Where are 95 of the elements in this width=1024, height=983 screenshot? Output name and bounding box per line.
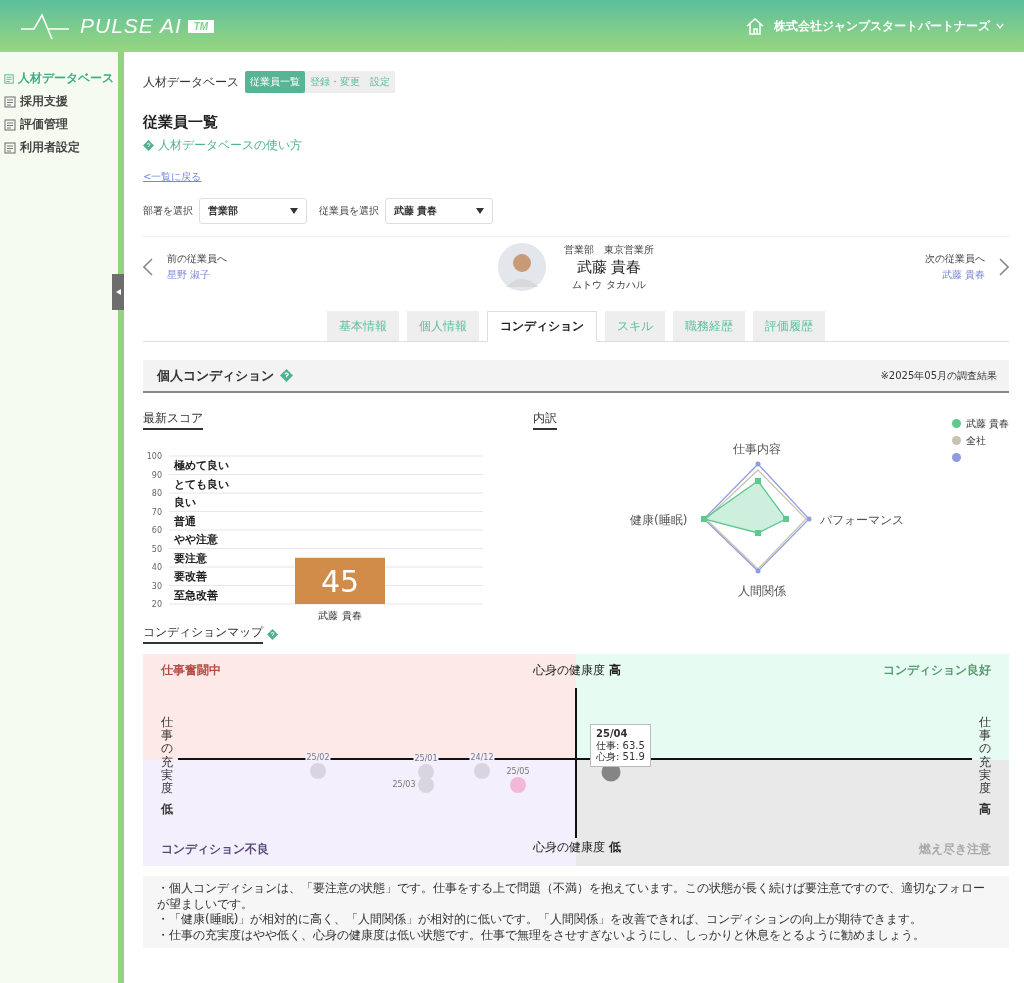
axis-tick: 100 [146, 452, 162, 461]
point-label: 25/01 [413, 754, 439, 763]
help-diamond-icon[interactable] [267, 629, 278, 640]
axis-label: 心身の健康度 高 [533, 662, 621, 679]
axis-label: 心身の健康度 低 [533, 839, 621, 856]
band-label: 普通 [174, 514, 196, 528]
pulse-logo-icon [20, 11, 70, 41]
quadrant-label: コンディション良好 [883, 662, 991, 679]
brand-name: PULSE AI [80, 14, 182, 38]
category-label: 武藤 貴春 [318, 610, 362, 621]
band-label: 良い [174, 496, 196, 510]
chart-heading: 最新スコア [143, 411, 203, 430]
chart-heading: 内訳 [533, 411, 557, 430]
tab[interactable]: スキル [605, 311, 665, 341]
axis-tick: 50 [151, 544, 162, 554]
quadrant-label: コンディション不良 [161, 841, 269, 858]
dropdown-icon [290, 208, 298, 214]
next-employee-link[interactable]: 武藤 貴春 [941, 268, 985, 282]
point-label: 25/02 [305, 753, 331, 762]
quadrant-label: 仕事奮闘中 [161, 662, 221, 679]
menu-icon [4, 95, 16, 108]
tab[interactable]: 基本情報 [327, 311, 399, 341]
help-link[interactable]: 人材データベースの使い方 [143, 138, 1009, 153]
sidebar-item[interactable]: 利用者設定 [0, 136, 118, 159]
dropdown-icon [476, 208, 484, 214]
chevron-down-icon [996, 23, 1004, 29]
back-link[interactable]: <一覧に戻る [143, 170, 202, 184]
bar-value: 45 [320, 563, 360, 599]
axis-level: 低 [161, 801, 173, 819]
caret-left-icon [115, 289, 121, 295]
radar-axis-label: 人間関係 [738, 583, 786, 600]
collapse-handle[interactable] [112, 274, 124, 310]
prev-employee-label: 前の従業員へ [167, 252, 227, 266]
filter-label: 部署を選択 [143, 204, 193, 218]
page-title: 従業員一覧 [143, 113, 219, 132]
subnav-tab[interactable]: 従業員一覧 [245, 71, 305, 93]
axis-tick: 20 [151, 600, 162, 609]
breadcrumb-label: 人材データベース [143, 74, 239, 90]
trademark-badge: TM [187, 19, 215, 33]
band-label: 要改善 [174, 570, 207, 584]
tooltip: 25/04 仕事: 63.5 心身: 51.9 [590, 724, 651, 767]
tab[interactable]: 個人情報 [407, 311, 479, 341]
chevron-left-icon[interactable] [143, 258, 153, 276]
point-label: 25/05 [505, 767, 531, 776]
help-diamond-icon [143, 140, 154, 151]
sidebar-item[interactable]: 評価管理 [0, 113, 118, 136]
legend-label: 全社 [965, 433, 986, 448]
employee-kana: ムトウ タカハル [572, 277, 646, 292]
axis-tick: 30 [151, 581, 162, 591]
band-label: 至急改善 [174, 588, 218, 602]
axis-level: 高 [979, 801, 991, 819]
band-label: とても良い [174, 477, 229, 491]
tab[interactable]: 職務経歴 [673, 311, 745, 341]
legend-label: 武藤 貴春 [965, 416, 1009, 431]
radar-axis-label: 仕事内容 [733, 441, 781, 458]
tab[interactable]: コンディション [487, 311, 597, 342]
axis-label: 仕事の充実度 [161, 716, 173, 796]
comment-text: ・個人コンディションは、「要注意の状態」です。仕事をする上で問題（不満）を抱えています。この状態が長く続けば要注意ですので、適切なフォローが望ましいです。 [157, 881, 986, 913]
menu-icon [4, 118, 16, 131]
point-label: 24/12 [469, 753, 495, 762]
radar-axis-label: 健康(睡眠) [630, 512, 688, 529]
comment-text: ・「健康(睡眠)」が相対的に高く、「人間関係」が相対的に低いです。「人間関係」を改善できれば、コンディションの向上が期待できます。 [157, 912, 924, 928]
select-field[interactable]: 武藤 貴春 [385, 198, 493, 224]
band-label: やや注意 [174, 533, 218, 547]
band-label: 極めて良い [174, 459, 229, 473]
sidebar-item[interactable]: 採用支援 [0, 90, 118, 113]
map-heading: コンディションマップ [143, 625, 263, 644]
quadrant-label: 燃え尽き注意 [919, 841, 991, 858]
filter-label: 従業員を選択 [319, 204, 379, 218]
select-field[interactable]: 営業部 [199, 198, 307, 224]
axis-tick: 80 [151, 489, 162, 498]
help-diamond-icon[interactable] [280, 369, 293, 382]
sidebar-item[interactable]: 人材データベース [0, 67, 118, 90]
section-title: 個人コンディション [157, 366, 274, 385]
point-label: 25/03 [391, 780, 417, 789]
department-text: 営業部 東京営業所 [564, 242, 654, 257]
comment-text: ・仕事の充実度はやや低く、心身の健康度は低い状態です。仕事で無理をさせすぎないようにし、しっかりと休息をとるように勧めましょう。 [157, 927, 926, 944]
prev-employee-link[interactable]: 星野 淑子 [167, 268, 227, 282]
axis-tick: 90 [151, 470, 162, 480]
axis-label: 仕事の充実度 [979, 716, 991, 796]
employee-name: 武藤 貴春 [576, 257, 642, 277]
survey-note: ※2025年05月の調査結果 [880, 368, 997, 383]
avatar [498, 243, 546, 291]
home-icon[interactable] [746, 17, 764, 35]
axis-tick: 70 [151, 507, 162, 517]
axis-tick: 60 [151, 526, 162, 535]
chevron-right-icon[interactable] [999, 258, 1009, 276]
radar-axis-label: パフォーマンス [820, 512, 904, 529]
next-employee-label: 次の従業員へ [925, 252, 985, 266]
band-label: 要注意 [174, 551, 207, 565]
axis-tick: 40 [151, 563, 162, 572]
menu-icon [4, 72, 14, 85]
menu-icon [4, 141, 16, 154]
company-menu[interactable]: 株式会社ジャンプスタートパートナーズ [774, 17, 1004, 35]
tab[interactable]: 評価履歴 [753, 311, 825, 341]
